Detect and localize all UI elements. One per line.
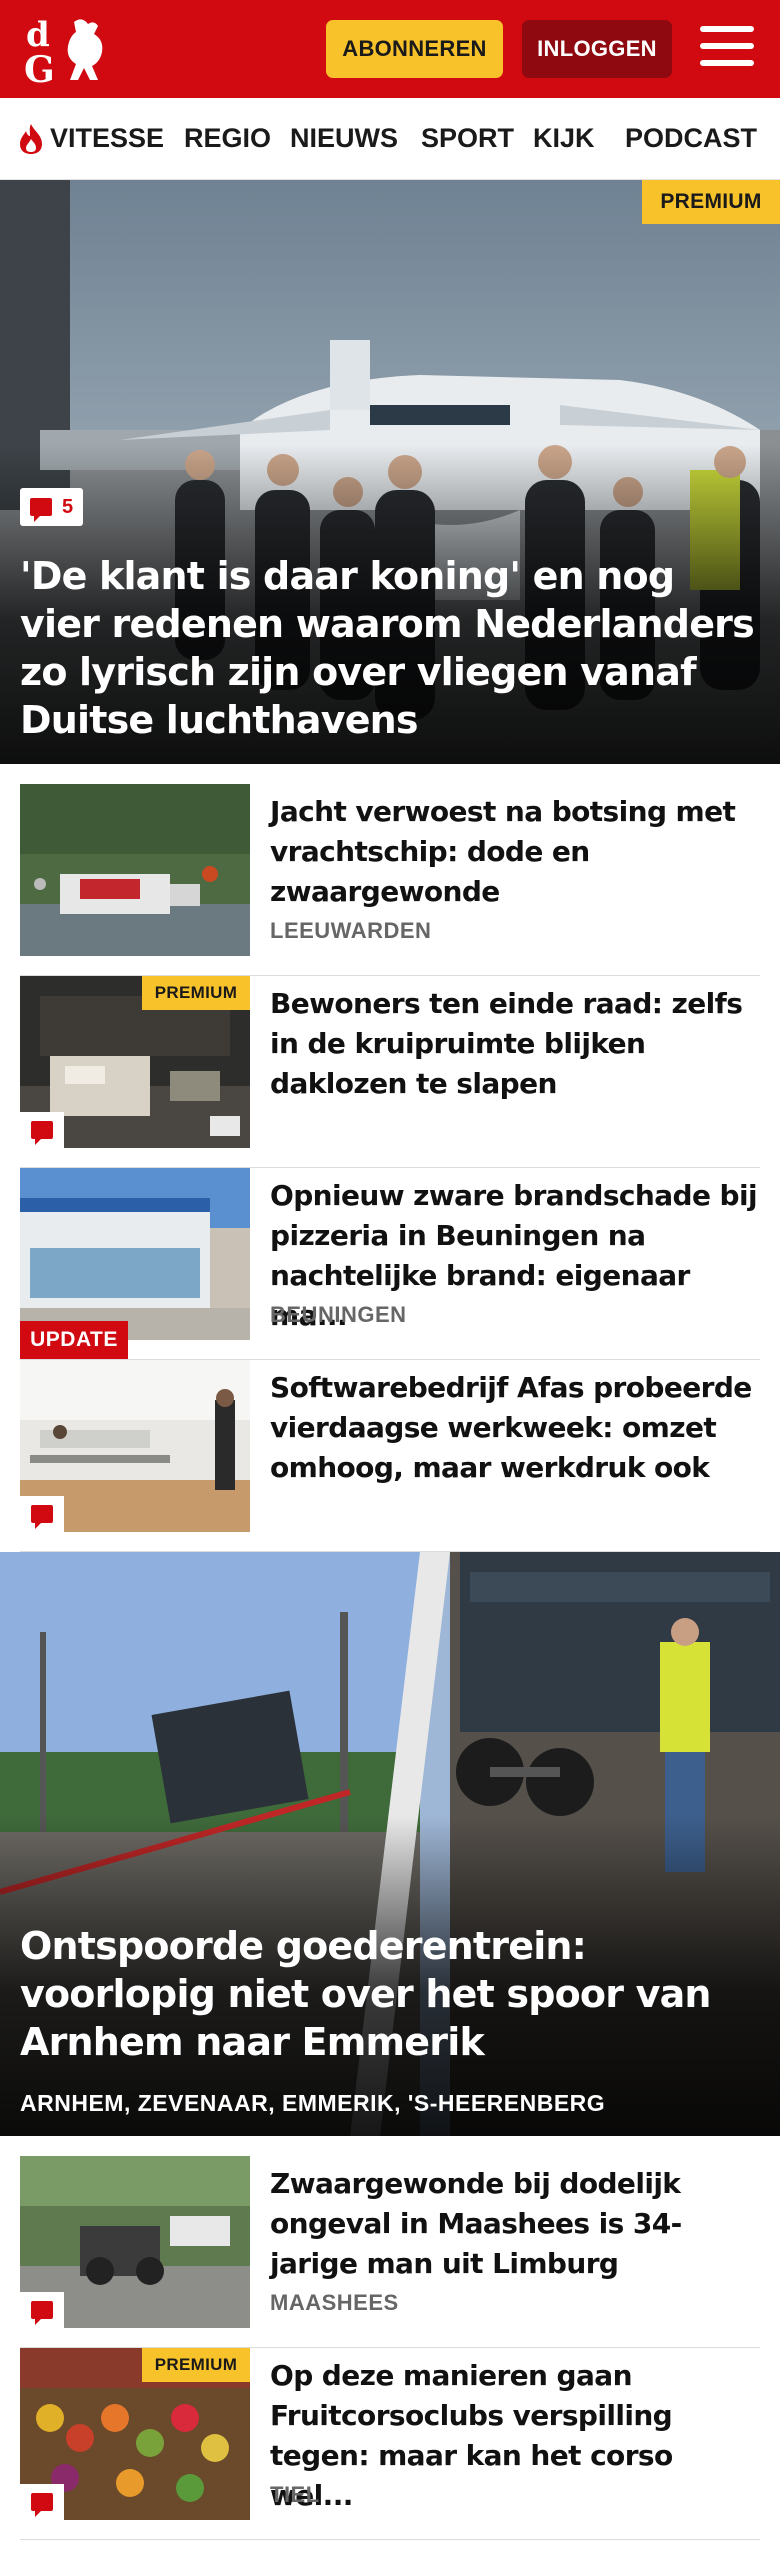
- article-location: TIEL: [270, 2482, 320, 2507]
- hero-article-2[interactable]: Ontspoorde goederentrein: voorlopig niet…: [0, 1552, 780, 2136]
- comment-indicator[interactable]: [20, 1496, 64, 1532]
- article-headline[interactable]: Op deze manieren gaan Fruitcorsoclubs ve…: [270, 2356, 760, 2516]
- article-thumbnail: [20, 1168, 250, 1340]
- article-location: BEUNINGEN: [270, 1302, 407, 1327]
- update-badge: UPDATE: [20, 1321, 128, 1359]
- comment-count: 5: [62, 495, 74, 518]
- flame-icon: [20, 123, 42, 154]
- hero-headline[interactable]: Ontspoorde goederentrein: voorlopig niet…: [20, 1922, 760, 2066]
- article-location: LEEUWARDEN: [270, 918, 432, 943]
- hero-locations: ARNHEM, ZEVENAAR, EMMERIK, 'S-HEERENBERG: [20, 2090, 606, 2116]
- article-headline[interactable]: Jacht verwoest na botsing met vrachtschi…: [270, 792, 760, 912]
- nav-item-kijk[interactable]: KIJK: [533, 123, 595, 154]
- hero-headline[interactable]: 'De klant is daar koning' en nog vier re…: [20, 552, 760, 744]
- list-item[interactable]: Zwaargewonde bij dodelijk ongeval in Maa…: [20, 2156, 760, 2348]
- list-item[interactable]: PREMIUM Op deze manieren gaan Fruitcorso…: [20, 2348, 760, 2540]
- article-location: MAASHEES: [270, 2290, 399, 2315]
- hamburger-menu-icon[interactable]: [700, 26, 754, 70]
- comment-icon: [31, 2493, 53, 2517]
- comment-count-badge[interactable]: 5: [20, 488, 84, 526]
- nav-item-regio[interactable]: REGIO: [184, 123, 271, 154]
- comment-indicator[interactable]: [20, 1112, 64, 1148]
- svg-text:G: G: [24, 49, 55, 88]
- login-button[interactable]: INLOGGEN: [522, 20, 672, 78]
- list-item[interactable]: UPDATE Opnieuw zware brandschade bij piz…: [20, 1168, 760, 1360]
- list-item[interactable]: Jacht verwoest na botsing met vrachtschi…: [20, 784, 760, 976]
- comment-icon: [31, 1505, 53, 1529]
- premium-badge: PREMIUM: [142, 2348, 250, 2382]
- hero-article[interactable]: PREMIUM 5 'De klant is daar koning' en n…: [0, 180, 780, 764]
- nav-item-nieuws[interactable]: NIEUWS: [290, 123, 398, 154]
- comment-icon: [31, 2301, 53, 2325]
- article-headline[interactable]: Bewoners ten einde raad: zelfs in de kru…: [270, 984, 760, 1104]
- top-bar: d G ABONNEREN INLOGGEN: [0, 0, 780, 98]
- article-headline[interactable]: Zwaargewonde bij dodelijk ongeval in Maa…: [270, 2164, 760, 2284]
- nav-item-podcast[interactable]: PODCAST: [625, 123, 757, 154]
- premium-badge: PREMIUM: [142, 976, 250, 1010]
- comment-icon: [30, 498, 52, 522]
- nav-item-label: VITESSE: [50, 123, 165, 153]
- comment-icon: [31, 1121, 53, 1145]
- list-item[interactable]: Softwarebedrijf Afas probeerde vierdaags…: [20, 1360, 760, 1552]
- comment-indicator[interactable]: [20, 2484, 64, 2520]
- premium-badge: PREMIUM: [642, 180, 780, 224]
- comment-indicator[interactable]: [20, 2292, 64, 2328]
- site-logo[interactable]: d G: [22, 12, 118, 88]
- section-nav: VITESSE REGIO NIEUWS SPORT KIJK PODCAST: [0, 98, 780, 180]
- article-thumbnail: [20, 784, 250, 956]
- list-item[interactable]: PREMIUM Bewoners ten einde raad: zelfs i…: [20, 976, 760, 1168]
- nav-item-vitesse[interactable]: VITESSE: [18, 123, 164, 155]
- article-headline[interactable]: Softwarebedrijf Afas probeerde vierdaags…: [270, 1368, 760, 1488]
- nav-item-sport[interactable]: SPORT: [421, 123, 514, 154]
- subscribe-button[interactable]: ABONNEREN: [326, 20, 503, 78]
